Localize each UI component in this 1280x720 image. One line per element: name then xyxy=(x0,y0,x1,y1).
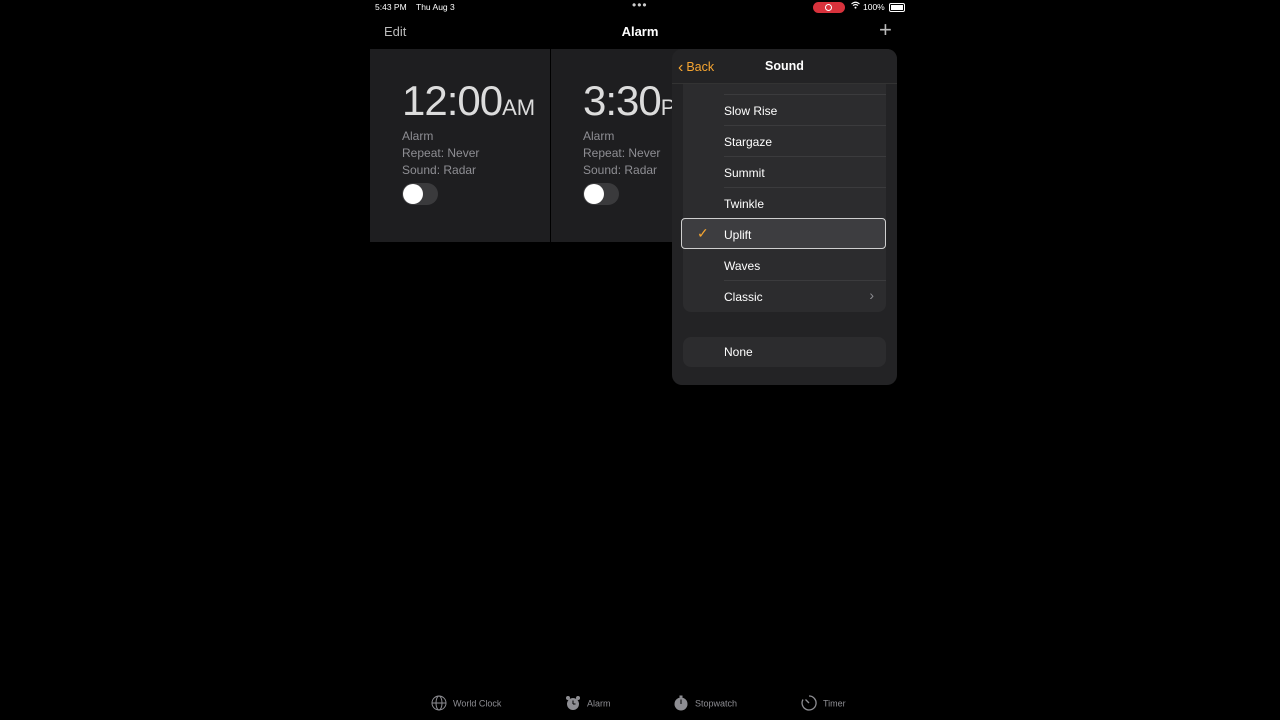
alarm-label: Alarm xyxy=(402,129,434,143)
wifi-icon xyxy=(851,1,860,11)
tab-alarm[interactable]: Alarm xyxy=(565,695,611,713)
alarm-time: 3:30P xyxy=(583,77,676,124)
alarm-time: 12:00AM xyxy=(402,77,536,124)
alarm-repeat: Repeat: Never xyxy=(583,146,661,160)
chevron-right-icon: › xyxy=(869,287,874,303)
status-date: Thu Aug 3 xyxy=(416,2,455,12)
add-alarm-button[interactable]: + xyxy=(879,17,892,43)
screen-recording-icon[interactable] xyxy=(813,2,845,13)
globe-icon xyxy=(431,695,447,713)
alarm-sound: Sound: Radar xyxy=(583,163,658,177)
tab-timer[interactable]: Timer xyxy=(801,695,846,713)
status-time: 5:43 PM xyxy=(375,2,407,12)
tab-bar: World Clock Alarm Stopwatch Timer xyxy=(370,690,910,720)
sound-none-option[interactable]: None xyxy=(683,337,886,367)
sound-item[interactable]: Slow Rise xyxy=(683,95,886,126)
alarm-clock-icon xyxy=(565,695,581,713)
alarm-toggle[interactable] xyxy=(402,183,438,205)
stopwatch-icon xyxy=(673,695,689,713)
sound-item-classic[interactable]: Classic › xyxy=(683,281,886,312)
multitasking-dots-icon[interactable]: ••• xyxy=(632,0,648,12)
battery-percent: 100% xyxy=(863,2,885,12)
ipad-screen: 5:43 PM Thu Aug 3 ••• 100% Edit Alarm + … xyxy=(370,0,910,720)
timer-icon xyxy=(801,695,817,713)
popover-header: ‹ Back Sound xyxy=(672,49,897,84)
alarm-toggle[interactable] xyxy=(583,183,619,205)
sound-popover: ‹Back Sound Silk Slow Rise Stargaze Summ… xyxy=(672,49,897,385)
page-title: Alarm xyxy=(621,24,659,39)
checkmark-icon: ✓ xyxy=(697,225,709,241)
battery-icon xyxy=(889,3,905,12)
popover-title: Sound xyxy=(765,59,804,73)
sound-item[interactable]: Waves xyxy=(683,250,886,281)
alarm-repeat: Repeat: Never xyxy=(402,146,480,160)
alarm-card[interactable]: 12:00AM Alarm Repeat: Never Sound: Radar xyxy=(370,49,550,242)
alarm-ampm: AM xyxy=(502,95,536,120)
sound-list: Silk Slow Rise Stargaze Summit Twinkle ✓… xyxy=(681,64,886,312)
sound-item[interactable]: Twinkle xyxy=(683,188,886,219)
sound-item[interactable]: Stargaze xyxy=(683,126,886,157)
alarm-label: Alarm xyxy=(583,129,615,143)
tab-world-clock[interactable]: World Clock xyxy=(431,695,501,713)
tab-stopwatch[interactable]: Stopwatch xyxy=(673,695,737,713)
status-bar: 5:43 PM Thu Aug 3 ••• 100% xyxy=(370,0,910,16)
alarm-sound: Sound: Radar xyxy=(402,163,477,177)
sound-item-selected[interactable]: ✓ Uplift xyxy=(681,218,886,249)
sound-item[interactable]: Summit xyxy=(683,157,886,188)
